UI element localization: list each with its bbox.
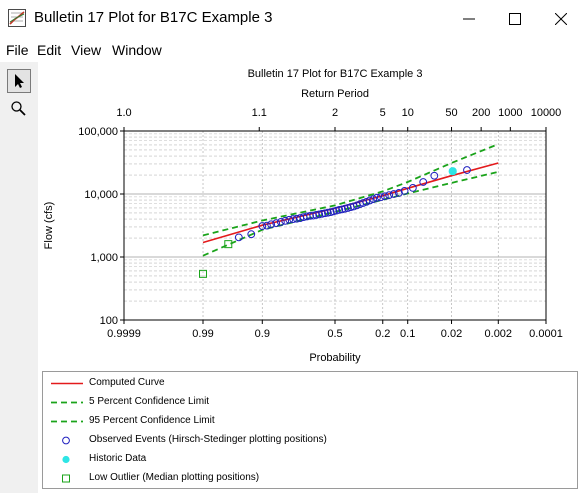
minimize-button[interactable] [446,0,492,38]
y-axis-tick-label: 10,000 [84,189,118,201]
x-axis-label: Probability [309,352,361,364]
chart-title: Bulletin 17 Plot for B17C Example 3 [248,68,423,80]
chart-app-icon [8,9,26,27]
y-axis-tick-label: 100,000 [78,126,118,138]
y-axis-tick-label: 1,000 [90,252,118,264]
y-axis-tick-label: 100 [100,315,118,327]
legend-entry: Historic Data [43,450,573,469]
data-point [448,167,457,176]
window-title: Bulletin 17 Plot for B17C Example 3 [34,9,273,26]
x-axis-tick-label: 0.0001 [529,328,563,340]
legend-label: Historic Data [89,453,147,464]
legend-swatch [51,401,83,404]
x-axis-tick-label: 0.5 [327,328,342,340]
menu-view[interactable]: View [71,42,101,58]
x-axis-tick-label: 0.02 [441,328,462,340]
top-axis-tick-label: 10000 [531,107,562,119]
x-axis-tick-label: 0.2 [375,328,390,340]
legend-entry: Computed Curve [43,374,573,393]
legend-label: 95 Percent Confidence Limit [89,415,215,426]
legend-swatch [51,382,83,385]
pointer-tool-button[interactable] [7,69,31,93]
menu-window[interactable]: Window [112,42,162,58]
series-historic-data [448,167,457,176]
top-axis-tick-label: 5 [380,107,386,119]
legend-swatch [62,455,70,464]
legend-label: Computed Curve [89,377,165,388]
chart-legend: Computed Curve 5 Percent Confidence Limit… [42,371,578,489]
menu-bar: File Edit View Window [0,38,584,62]
menu-file[interactable]: File [6,42,29,58]
close-icon [555,13,567,25]
x-axis-tick-label: 0.9999 [107,328,141,340]
top-axis-label: Return Period [301,88,369,100]
y-axis-label: Flow (cfs) [43,202,55,250]
legend-entry: 5 Percent Confidence Limit [43,393,573,412]
top-axis-tick-label: 1.0 [116,107,131,119]
top-axis-tick-label: 200 [472,107,490,119]
tool-palette [0,62,38,493]
legend-entry: Observed Events (Hirsch-Stedinger plotti… [43,431,573,450]
legend-swatch [62,474,70,483]
x-axis-tick-label: 0.1 [400,328,415,340]
top-axis-tick-label: 1.1 [252,107,267,119]
menu-edit[interactable]: Edit [37,42,61,58]
minimize-icon [463,18,475,20]
legend-label: Low Outlier (Median plotting positions) [89,472,260,483]
x-axis-tick-label: 0.002 [485,328,513,340]
top-axis-tick-label: 50 [445,107,457,119]
zoom-tool-button[interactable] [7,97,31,121]
maximize-button[interactable] [492,0,538,38]
legend-entry: Low Outlier (Median plotting positions) [43,469,573,488]
close-button[interactable] [538,0,584,38]
maximize-icon [509,13,521,25]
x-axis-tick-label: 0.9 [255,328,270,340]
pointer-arrow-icon [15,74,24,88]
legend-swatch [51,420,83,423]
legend-swatch [62,436,70,445]
top-axis-tick-label: 10 [402,107,414,119]
window-titlebar[interactable]: Bulletin 17 Plot for B17C Example 3 [0,0,584,38]
top-axis-tick-label: 2 [332,107,338,119]
magnifier-icon [11,101,26,116]
legend-entry: 95 Percent Confidence Limit [43,412,573,431]
top-axis-tick-label: 1000 [498,107,522,119]
x-axis-tick-label: 0.99 [192,328,213,340]
legend-label: Observed Events (Hirsch-Stedinger plotti… [89,434,327,445]
legend-label: 5 Percent Confidence Limit [89,396,210,407]
